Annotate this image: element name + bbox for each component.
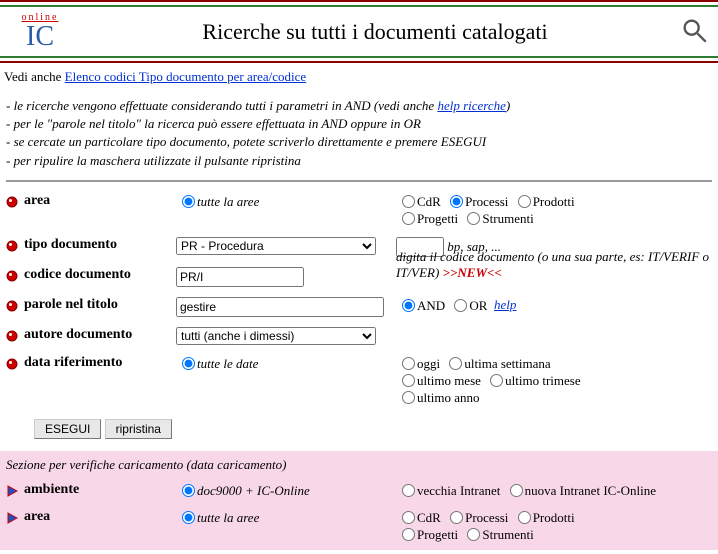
label2-strumenti: Strumenti xyxy=(482,527,533,542)
input-parole[interactable] xyxy=(176,297,384,317)
row-codice: codice documento digita il codice docume… xyxy=(6,262,712,292)
label2-processi: Processi xyxy=(465,510,508,525)
label-datarif: data riferimento xyxy=(24,355,122,371)
section-verifiche: Sezione per verifiche caricamento (data … xyxy=(0,451,718,550)
esegui-button[interactable]: ESEGUI xyxy=(34,419,101,439)
radio-date-mese[interactable] xyxy=(402,374,415,387)
label-area2: area xyxy=(24,509,50,525)
search-form: area tutte la aree CdR Processi Prodotti… xyxy=(0,184,718,451)
label2-cdr: CdR xyxy=(417,510,441,525)
search-icon xyxy=(680,16,708,48)
bullet-icon xyxy=(6,240,20,254)
separator xyxy=(6,180,712,182)
radio-date-trimese[interactable] xyxy=(490,374,503,387)
bullet-icon xyxy=(6,330,20,344)
label-date-all: tutte le date xyxy=(197,356,258,371)
hint-2: - per le "parole nel titolo" la ricerca … xyxy=(6,115,712,133)
radio-area-progetti[interactable] xyxy=(402,212,415,225)
label-amb-vecchia: vecchia Intranet xyxy=(417,483,500,498)
label-and: AND xyxy=(417,298,445,313)
select-autore[interactable]: tutti (anche i dimessi) xyxy=(176,327,376,345)
hints-block: - le ricerche vengono effettuate conside… xyxy=(0,91,718,178)
label-prodotti: Prodotti xyxy=(533,194,575,209)
new-badge: >>NEW<< xyxy=(443,265,502,280)
label-amb-sel: doc9000 + IC-Online xyxy=(197,483,310,498)
hint-1b: ) xyxy=(506,98,510,113)
radio-area2-all[interactable] xyxy=(182,511,195,524)
radio-area2-processi[interactable] xyxy=(450,511,463,524)
hint-4: - per ripulire la maschera utilizzate il… xyxy=(6,152,712,170)
hint-1a: - le ricerche vengono effettuate conside… xyxy=(6,98,437,113)
radio-area2-prodotti[interactable] xyxy=(518,511,531,524)
row-autore: autore documento tutti (anche i dimessi) xyxy=(6,322,712,350)
radio-area-all[interactable] xyxy=(182,195,195,208)
label-area-all: tutte la aree xyxy=(197,194,259,209)
label2-progetti: Progetti xyxy=(417,527,458,542)
radio-date-anno[interactable] xyxy=(402,391,415,404)
button-row: ESEGUI ripristina xyxy=(6,411,712,445)
page-title: Ricerche su tutti i documenti catalogati xyxy=(70,19,680,45)
label2-prodotti: Prodotti xyxy=(533,510,575,525)
play-icon xyxy=(6,485,20,499)
play-icon xyxy=(6,512,20,526)
row-ambiente: ambiente doc9000 + IC-Online vecchia Int… xyxy=(6,477,712,504)
select-tipodoc[interactable]: PR - Procedura xyxy=(176,237,376,255)
label-parole: parole nel titolo xyxy=(24,297,118,313)
radio-area2-cdr[interactable] xyxy=(402,511,415,524)
label-amb-nuova: nuova Intranet IC-Online xyxy=(525,483,656,498)
label-settimana: ultima settimana xyxy=(464,356,550,371)
bullet-icon xyxy=(6,358,20,372)
hint-3: - se cercate un particolare tipo documen… xyxy=(6,133,712,151)
label-mese: ultimo mese xyxy=(417,373,481,388)
bullet-icon xyxy=(6,196,20,210)
label-progetti: Progetti xyxy=(417,211,458,226)
label-strumenti: Strumenti xyxy=(482,211,533,226)
label-ambiente: ambiente xyxy=(24,482,79,498)
see-also-prefix: Vedi anche xyxy=(4,69,65,84)
label-area: area xyxy=(24,193,50,209)
radio-area2-progetti[interactable] xyxy=(402,528,415,541)
bullet-icon xyxy=(6,300,20,314)
radio-area-processi[interactable] xyxy=(450,195,463,208)
label-trimese: ultimo trimese xyxy=(505,373,580,388)
section2-title: Sezione per verifiche caricamento (data … xyxy=(6,455,712,477)
radio-parole-or[interactable] xyxy=(454,299,467,312)
radio-area-cdr[interactable] xyxy=(402,195,415,208)
label-tipodoc: tipo documento xyxy=(24,237,117,253)
ripristina-button[interactable]: ripristina xyxy=(105,419,172,439)
label-or: OR xyxy=(469,298,487,313)
label-oggi: oggi xyxy=(417,356,440,371)
label-anno: ultimo anno xyxy=(417,390,479,405)
radio-date-all[interactable] xyxy=(182,357,195,370)
input-codice[interactable] xyxy=(176,267,304,287)
header-bar: online IC Ricerche su tutti i documenti … xyxy=(0,0,718,63)
logo-ic: IC xyxy=(10,23,70,51)
label-processi: Processi xyxy=(465,194,508,209)
bullet-icon xyxy=(6,270,20,284)
see-also-link[interactable]: Elenco codici Tipo documento per area/co… xyxy=(65,69,307,84)
radio-area2-strumenti[interactable] xyxy=(467,528,480,541)
radio-amb-vecchia[interactable] xyxy=(402,484,415,497)
label-cdr: CdR xyxy=(417,194,441,209)
row-area2: area tutte la aree CdR Processi Prodotti… xyxy=(6,504,712,548)
radio-amb-nuova[interactable] xyxy=(510,484,523,497)
radio-parole-and[interactable] xyxy=(402,299,415,312)
row-datarif: data riferimento tutte le date oggi ulti… xyxy=(6,350,712,411)
radio-area-strumenti[interactable] xyxy=(467,212,480,225)
see-also-line: Vedi anche Elenco codici Tipo documento … xyxy=(0,63,718,91)
help-ricerche-link[interactable]: help ricerche xyxy=(437,98,505,113)
logo: online IC xyxy=(10,12,70,51)
radio-date-oggi[interactable] xyxy=(402,357,415,370)
row-area: area tutte la aree CdR Processi Prodotti… xyxy=(6,188,712,232)
label-area2-all: tutte la aree xyxy=(197,510,259,525)
label-autore: autore documento xyxy=(24,327,132,343)
label-codice: codice documento xyxy=(24,267,131,283)
row-parole: parole nel titolo AND OR help xyxy=(6,292,712,322)
help-parole-link[interactable]: help xyxy=(494,297,516,312)
radio-amb-sel[interactable] xyxy=(182,484,195,497)
radio-date-settimana[interactable] xyxy=(449,357,462,370)
radio-area-prodotti[interactable] xyxy=(518,195,531,208)
